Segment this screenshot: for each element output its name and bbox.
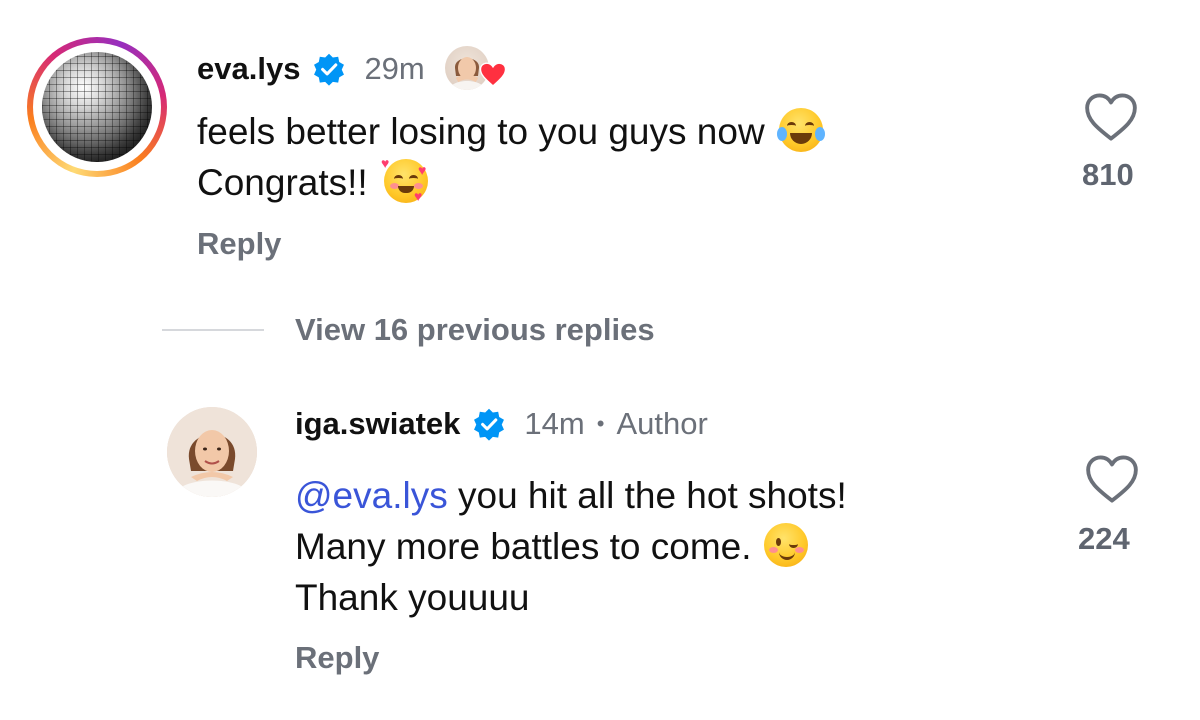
avatar-eva-lys[interactable] [27,37,167,177]
verified-badge-icon [314,53,345,86]
iga-swiatek-avatar-image [167,407,257,497]
comment-2-timestamp: 14m [524,406,585,441]
comment-2-like-heart-icon[interactable] [1084,454,1140,504]
comment-2-text: @eva.lys you hit all the hot shots! Many… [295,470,1055,623]
view-previous-replies-button[interactable]: View 16 previous replies [295,312,655,348]
comment-2-reply-button[interactable]: Reply [295,640,379,676]
comment-1-like-count: 810 [1082,157,1134,192]
comment-2-username[interactable]: iga.swiatek [295,406,460,442]
avatar-iga-swiatek[interactable] [167,407,257,497]
creator-liked-indicator [443,44,509,94]
liked-heart-icon [479,62,506,87]
comment-2-header: iga.swiatek 14m • Author [295,406,708,442]
comment-1-username[interactable]: eva.lys [197,51,300,87]
smiling-face-with-hearts-emoji-icon: ♥ ♥ ♥ [380,155,428,204]
author-badge-label: Author [616,406,708,441]
comment-1-like-heart-icon[interactable] [1083,92,1139,142]
comment-1-timestamp: 29m [364,51,425,86]
comment-1-text-line-2: Congrats!! [197,162,368,203]
mention-text: @eva.lys [295,475,448,516]
comment-1-text-line-1: feels better losing to you guys now [197,111,765,152]
meta-separator-dot: • [596,411,605,436]
comment-1-header: eva.lys 29m [197,44,509,94]
comment-1-text: feels better losing to you guys now Cong… [197,106,1017,208]
winking-face-emoji-icon [763,523,808,567]
tears-of-joy-emoji-icon [776,108,825,152]
comment-2-text-line-1: you hit all the hot shots! [447,475,847,516]
comment-2-text-line-3: Thank youuuu [295,577,530,618]
replies-divider-line [162,329,264,331]
comment-1-reply-button[interactable]: Reply [197,226,281,262]
disco-ball-avatar-image [42,52,152,162]
comment-2-like-count: 224 [1078,521,1130,556]
comment-2-text-line-2: Many more battles to come. [295,526,752,567]
verified-badge-icon [474,408,505,441]
mention-link[interactable]: @eva.lys [295,475,448,516]
